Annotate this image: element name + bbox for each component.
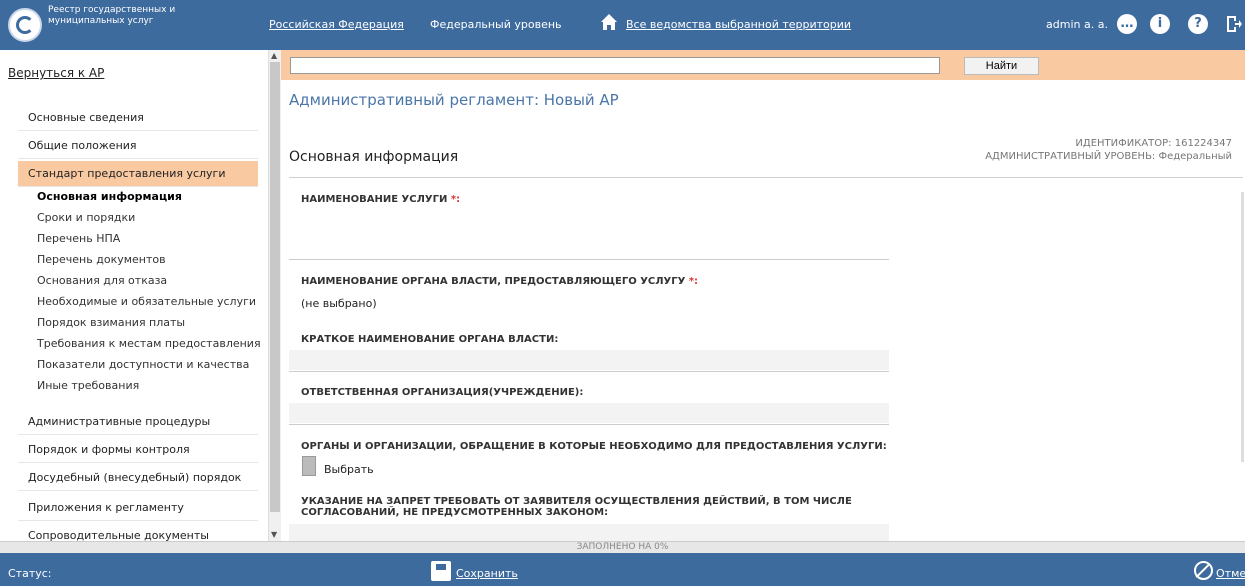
field-divider xyxy=(289,259,889,260)
content-scrollbar[interactable] xyxy=(1241,192,1244,462)
progress-label: ЗАПОЛНЕНО НА 0% xyxy=(576,542,669,552)
sidebar-sub-npa[interactable]: Перечень НПА xyxy=(37,229,120,249)
divider xyxy=(289,177,1243,178)
sidebar: Вернуться к АР Основные сведения Общие п… xyxy=(0,50,268,541)
search-bar: Найти xyxy=(281,50,1245,80)
field-short-name-label: КРАТКОЕ НАИМЕНОВАНИЕ ОРГАНА ВЛАСТИ: xyxy=(301,334,559,345)
prohibition-value[interactable] xyxy=(289,524,889,541)
field-organizations-label: ОРГАНЫ И ОРГАНИЗАЦИИ, ОБРАЩЕНИЕ В КОТОРЫ… xyxy=(301,441,887,452)
sidebar-sub-terms[interactable]: Сроки и порядки xyxy=(37,208,135,228)
sidebar-sub-other[interactable]: Иные требования xyxy=(37,376,139,396)
select-icon[interactable] xyxy=(302,456,316,476)
responsible-value[interactable] xyxy=(289,403,889,423)
field-service-name-label: НАИМЕНОВАНИЕ УСЛУГИ *: xyxy=(301,194,461,205)
sidebar-sub-required-services[interactable]: Необходимые и обязательные услуги xyxy=(37,292,256,312)
departments-link[interactable]: Все ведомства выбранной территории xyxy=(626,18,851,31)
select-button[interactable]: Выбрать xyxy=(324,463,374,476)
section-title: Основная информация xyxy=(289,149,459,165)
field-divider xyxy=(289,371,889,372)
top-header: Реестр государственных и муниципальных у… xyxy=(0,0,1245,50)
cancel-icon[interactable] xyxy=(1194,561,1213,580)
sidebar-item-procedures[interactable]: Административные процедуры xyxy=(18,409,258,435)
sidebar-item-general[interactable]: Общие положения xyxy=(18,133,258,159)
identifier-block: ИДЕНТИФИКАТОР: 161224347 АДМИНИСТРАТИВНЫ… xyxy=(985,137,1232,163)
save-button[interactable]: Сохранить xyxy=(456,567,518,580)
page-title: Административный регламент: Новый АР xyxy=(289,91,619,109)
chat-icon[interactable]: … xyxy=(1117,14,1137,34)
fill-progress: ЗАПОЛНЕНО НА 0% xyxy=(0,541,1245,553)
federation-link[interactable]: Российская Федерация xyxy=(269,18,404,31)
sidebar-scrollbar[interactable]: ▲ ▼ xyxy=(268,50,281,541)
authority-value[interactable]: (не выбрано) xyxy=(301,297,377,310)
scroll-up-icon[interactable]: ▲ xyxy=(271,51,277,60)
sidebar-item-basic[interactable]: Основные сведения xyxy=(18,105,258,131)
search-button[interactable]: Найти xyxy=(964,57,1039,75)
field-responsible-label: ОТВЕТСТВЕННАЯ ОРГАНИЗАЦИЯ(УЧРЕЖДЕНИЕ): xyxy=(301,387,584,398)
field-prohibition-label: УКАЗАНИЕ НА ЗАПРЕТ ТРЕБОВАТЬ ОТ ЗАЯВИТЕЛ… xyxy=(301,496,852,518)
scroll-down-icon[interactable]: ▼ xyxy=(271,530,277,539)
sidebar-item-appeal[interactable]: Досудебный (внесудебный) порядок xyxy=(18,465,258,491)
sidebar-item-control[interactable]: Порядок и формы контроля xyxy=(18,437,258,463)
back-link[interactable]: Вернуться к АР xyxy=(8,66,104,80)
home-icon[interactable] xyxy=(600,13,618,31)
logout-icon[interactable] xyxy=(1226,14,1242,34)
cancel-button[interactable]: Отменить xyxy=(1216,567,1245,580)
field-authority-label: НАИМЕНОВАНИЕ ОРГАНА ВЛАСТИ, ПРЕДОСТАВЛЯЮ… xyxy=(301,276,699,287)
sidebar-item-standard[interactable]: Стандарт предоставления услуги xyxy=(18,161,258,187)
user-name[interactable]: admin a. a. xyxy=(1046,18,1108,31)
status-label: Статус: xyxy=(8,567,52,580)
short-name-value[interactable] xyxy=(289,350,889,370)
sidebar-sub-main-info[interactable]: Основная информация xyxy=(37,187,182,207)
info-icon[interactable]: i xyxy=(1150,14,1170,34)
sidebar-sub-fees[interactable]: Порядок взимания платы xyxy=(37,313,185,333)
admin-level-label: АДМИНИСТРАТИВНЫЙ УРОВЕНЬ: Федеральный xyxy=(985,151,1232,162)
level-label[interactable]: Федеральный уровень xyxy=(430,18,562,31)
sidebar-item-docs[interactable]: Сопроводительные документы xyxy=(18,523,258,541)
scroll-thumb[interactable] xyxy=(270,62,280,512)
sidebar-sub-quality[interactable]: Показатели доступности и качества xyxy=(37,355,249,375)
logo-text[interactable]: Реестр государственных и муниципальных у… xyxy=(48,5,198,27)
sidebar-sub-places[interactable]: Требования к местам предоставления xyxy=(37,334,261,354)
sidebar-sub-refusal[interactable]: Основания для отказа xyxy=(37,271,167,291)
bottom-bar: Статус: Сохранить Отменить xyxy=(0,553,1245,586)
logo-icon[interactable] xyxy=(8,8,42,42)
help-icon[interactable]: ? xyxy=(1188,14,1208,34)
field-divider xyxy=(289,424,889,425)
identifier-label: ИДЕНТИФИКАТОР: 161224347 xyxy=(1075,138,1232,149)
sidebar-item-attachments[interactable]: Приложения к регламенту xyxy=(18,495,258,521)
sidebar-sub-documents[interactable]: Перечень документов xyxy=(37,250,166,270)
search-input[interactable] xyxy=(290,57,940,74)
save-icon[interactable] xyxy=(431,561,451,581)
